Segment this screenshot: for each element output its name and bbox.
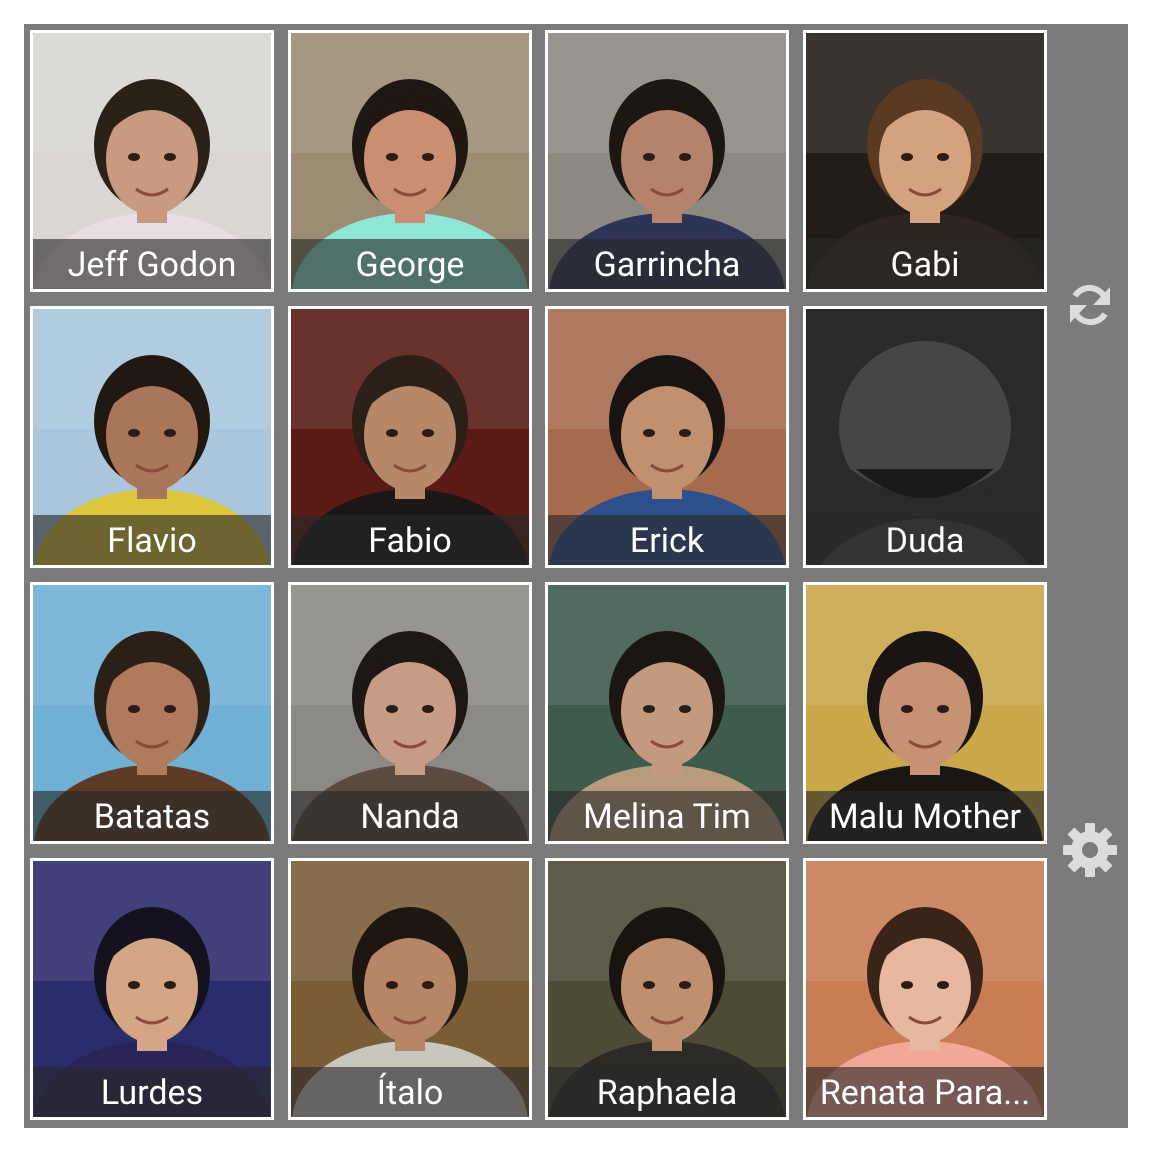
contact-name: George (291, 239, 529, 289)
refresh-button[interactable] (1058, 273, 1122, 337)
contact-name: Melina Tim (548, 791, 786, 841)
contact-name: Flavio (33, 515, 271, 565)
contact-tile-batatas[interactable]: Batatas (30, 582, 274, 844)
gear-icon (1061, 821, 1119, 879)
contacts-widget: Jeff Godon George Garrincha Gabi Flavio Fabio… (24, 24, 1128, 1128)
contact-name: Gabi (806, 239, 1044, 289)
refresh-icon (1062, 277, 1118, 333)
contact-name: Raphaela (548, 1067, 786, 1117)
contact-name: Duda (806, 515, 1044, 565)
contact-name: Lurdes (33, 1067, 271, 1117)
contact-name: Erick (548, 515, 786, 565)
contact-tile-erick[interactable]: Erick (545, 306, 789, 568)
settings-button[interactable] (1058, 818, 1122, 882)
contact-name: Renata Para... (806, 1067, 1044, 1117)
contact-name: Fabio (291, 515, 529, 565)
contact-tile-raphaela[interactable]: Raphaela (545, 858, 789, 1120)
contact-tile-italo[interactable]: Ítalo (288, 858, 532, 1120)
contact-tile-renata-para[interactable]: Renata Para... (803, 858, 1047, 1120)
contact-tile-george[interactable]: George (288, 30, 532, 292)
contact-name: Nanda (291, 791, 529, 841)
contact-tile-garrincha[interactable]: Garrincha (545, 30, 789, 292)
contact-tile-gabi[interactable]: Gabi (803, 30, 1047, 292)
contact-tile-flavio[interactable]: Flavio (30, 306, 274, 568)
contact-name: Malu Mother (806, 791, 1044, 841)
contact-tile-melina-tim[interactable]: Melina Tim (545, 582, 789, 844)
contact-name: Batatas (33, 791, 271, 841)
contact-tile-nanda[interactable]: Nanda (288, 582, 532, 844)
contact-tile-fabio[interactable]: Fabio (288, 306, 532, 568)
contact-tile-jeff-godon[interactable]: Jeff Godon (30, 30, 274, 292)
contact-tile-lurdes[interactable]: Lurdes (30, 858, 274, 1120)
contact-tile-malu-mother[interactable]: Malu Mother (803, 582, 1047, 844)
contact-tile-duda[interactable]: Duda (803, 306, 1047, 568)
contact-name: Jeff Godon (33, 239, 271, 289)
contact-name: Ítalo (291, 1067, 529, 1117)
contact-name: Garrincha (548, 239, 786, 289)
